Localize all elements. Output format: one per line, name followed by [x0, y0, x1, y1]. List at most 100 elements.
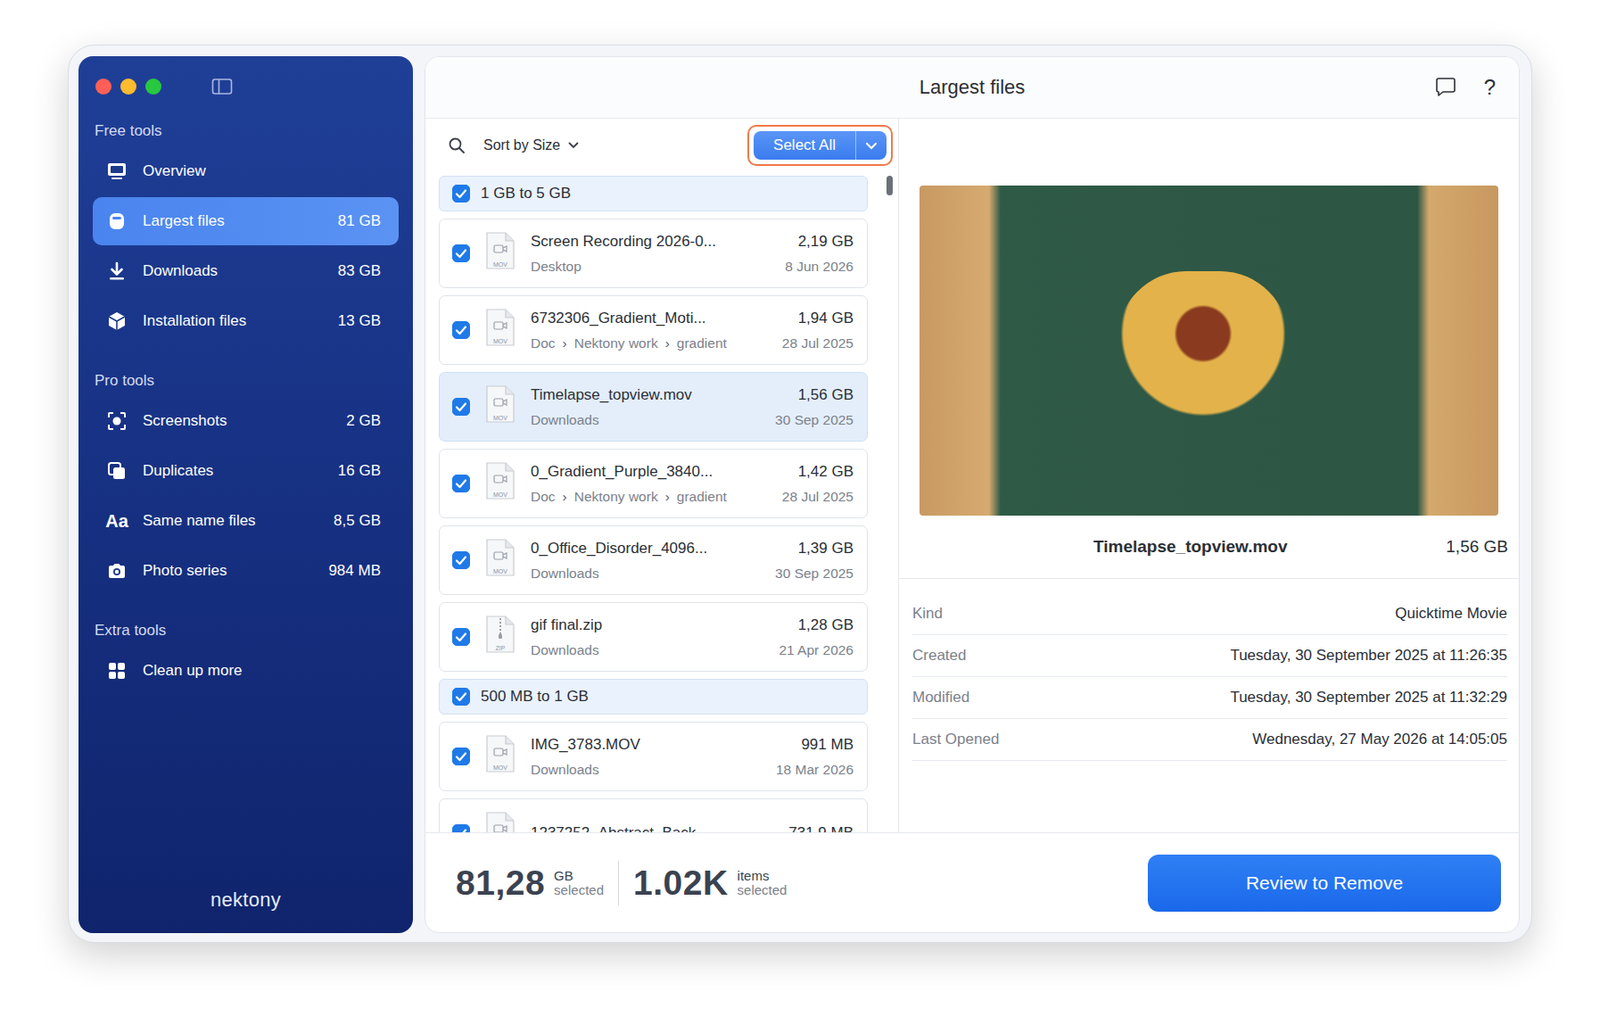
file-info: 0_Office_Disorder_4096...1,39 GBDownload…: [530, 539, 854, 582]
camera-icon: [106, 560, 128, 582]
file-path: Doc›Nektony work›gradient: [530, 335, 727, 352]
file-info: 1237252_Abstract_Back...731,9 MB: [530, 824, 854, 833]
sidebar-item-icon: [105, 259, 129, 283]
sidebar-item[interactable]: AaSame name files8,5 GB: [92, 496, 399, 545]
file-extension: MOV: [482, 491, 519, 498]
file-row[interactable]: MOV 6732306_Gradient_Moti... 1,94 GB Doc›Ne…: [438, 295, 868, 365]
file-icon: MOV: [482, 810, 519, 833]
file-row[interactable]: MOVIMG_3783.MOV991 MBDownloads18 Mar 202…: [438, 721, 868, 792]
select-all-highlight: Select All: [747, 124, 893, 166]
path-part: Downloads: [530, 565, 600, 582]
sidebar-item-size: 13 GB: [338, 312, 381, 330]
file-icon: MOV: [482, 384, 519, 429]
sidebar-item[interactable]: Largest files81 GB: [92, 197, 399, 246]
file-date: 28 Jul 2025: [782, 488, 854, 505]
sidebar-item-label: Screenshots: [142, 412, 347, 430]
file-checkbox[interactable]: [452, 551, 471, 570]
file-checkbox[interactable]: [452, 321, 471, 339]
preview-panel: Timelapse_topview.mov1,56 GB KindQuicktim…: [898, 118, 1519, 833]
search-icon[interactable]: [447, 136, 466, 155]
sidebar-item-label: Largest files: [142, 212, 339, 231]
selected-count-value: 1.02K: [633, 863, 729, 903]
group-checkbox[interactable]: [452, 687, 471, 706]
sidebar-toggle-icon[interactable]: [211, 77, 233, 96]
file-checkbox[interactable]: [452, 474, 471, 493]
sidebar-item-label: Installation files: [142, 312, 339, 330]
feedback-icon[interactable]: [1434, 76, 1458, 99]
file-checkbox[interactable]: [452, 747, 471, 766]
file-checkbox[interactable]: [452, 397, 471, 416]
header-actions: ?: [1434, 57, 1496, 118]
file-size: 731,9 MB: [788, 824, 854, 833]
group-checkbox[interactable]: [452, 184, 471, 203]
property-row: CreatedTuesday, 30 September 2025 at 11:…: [912, 635, 1508, 677]
size-group-header[interactable]: 500 MB to 1 GB: [438, 678, 868, 715]
select-all-menu-button[interactable]: [855, 131, 887, 160]
file-row[interactable]: MOV Timelapse_topview.mov1,56 GBDownloads…: [438, 371, 868, 442]
file-info: IMG_3783.MOV991 MBDownloads18 Mar 2026: [530, 735, 854, 778]
file-row[interactable]: ZIPgif final.zip1,28 GBDownloads21 Apr 2…: [438, 602, 868, 672]
main-panel: Largest files? Sort by Size Select All 1 GB…: [424, 56, 1520, 933]
sidebar-section: Pro toolsScreenshots2 GBDuplicates16 GBA…: [92, 371, 399, 597]
file-info: Timelapse_topview.mov1,56 GBDownloads30 …: [530, 386, 854, 429]
path-separator: ›: [665, 488, 670, 505]
file-size: 1,42 GB: [798, 462, 854, 481]
zoom-button[interactable]: [145, 78, 162, 95]
file-extension: MOV: [482, 338, 519, 345]
sidebar-item-label: Photo series: [142, 561, 329, 580]
file-row[interactable]: MOVScreen Recording 2026-0...2,19 GBDesk…: [438, 218, 868, 289]
property-row: KindQuicktime Movie: [912, 593, 1508, 636]
file-name: 6732306_Gradient_Moti...: [530, 309, 707, 328]
sidebar-item[interactable]: Duplicates16 GB: [92, 446, 399, 495]
file-path: Doc›Nektony work›gradient: [530, 488, 727, 505]
path-part: Desktop: [530, 258, 582, 275]
property-label: Last Opened: [912, 730, 999, 749]
sidebar-item-size: 2 GB: [346, 412, 381, 430]
size-group-header[interactable]: 1 GB to 5 GB: [438, 175, 868, 212]
property-value: Tuesday, 30 September 2025 at 11:26:35: [1229, 646, 1508, 665]
duplicates-icon: [106, 460, 128, 482]
content: Sort by SizeSelect All1 GB to 5 GBMOVScr…: [425, 118, 1519, 833]
file-name: Screen Recording 2026-0...: [530, 232, 717, 251]
file-checkbox[interactable]: [452, 244, 471, 263]
check-icon: [454, 324, 468, 336]
property-value: Tuesday, 30 September 2025 at 11:32:29: [1229, 688, 1508, 707]
path-part: gradient: [676, 488, 727, 505]
sort-dropdown[interactable]: Sort by Size: [483, 137, 579, 154]
sidebar-item[interactable]: Downloads83 GB: [92, 247, 399, 296]
sidebar-item[interactable]: Screenshots2 GB: [92, 396, 399, 446]
file-name: Timelapse_topview.mov: [530, 386, 693, 405]
file-name: IMG_3783.MOV: [530, 735, 641, 754]
file-row[interactable]: MOV0_Gradient_Purple_3840...1,42 GBDoc›N…: [438, 448, 868, 519]
sidebar-item[interactable]: Photo series984 MB: [92, 546, 399, 595]
sidebar-item-label: Downloads: [142, 262, 339, 281]
path-part: Doc: [530, 488, 556, 505]
preview-title: Timelapse_topview.mov1,56 GB: [898, 515, 1519, 579]
review-to-remove-button[interactable]: Review to Remove: [1147, 854, 1502, 912]
file-path: Downloads: [530, 761, 600, 778]
close-button[interactable]: [95, 78, 112, 95]
window-title: Largest files: [919, 75, 1026, 99]
footer-divider: [618, 860, 619, 906]
file-checkbox[interactable]: [452, 824, 471, 833]
selected-size-caption: GBselected: [553, 868, 604, 898]
sidebar-item[interactable]: Overview: [92, 147, 399, 196]
selected-size-value: 81,28: [455, 863, 545, 903]
sidebar-item[interactable]: Clean up more: [92, 646, 399, 695]
file-path: Downloads: [530, 642, 600, 659]
selected-count: 1.02Kitemsselected: [633, 863, 787, 903]
file-row[interactable]: MOV0_Office_Disorder_4096...1,39 GBDownl…: [438, 525, 868, 595]
minimize-button[interactable]: [120, 78, 137, 95]
sidebar-item-size: 16 GB: [338, 461, 381, 480]
sidebar-section: Free toolsOverviewLargest files81 GBDown…: [92, 122, 399, 347]
select-all-button[interactable]: Select All: [753, 131, 887, 160]
file-row[interactable]: MOV 1237252_Abstract_Back...731,9 MB: [438, 798, 868, 833]
file-size: 1,94 GB: [798, 309, 854, 328]
sidebar-item-icon: [105, 209, 129, 233]
path-separator: ›: [562, 335, 568, 352]
file-checkbox[interactable]: [452, 627, 471, 646]
help-button[interactable]: ?: [1484, 74, 1496, 100]
scrollbar-thumb[interactable]: [886, 175, 893, 196]
sidebar: Free toolsOverviewLargest files81 GBDown…: [78, 56, 413, 933]
sidebar-item[interactable]: Installation files13 GB: [92, 296, 399, 346]
